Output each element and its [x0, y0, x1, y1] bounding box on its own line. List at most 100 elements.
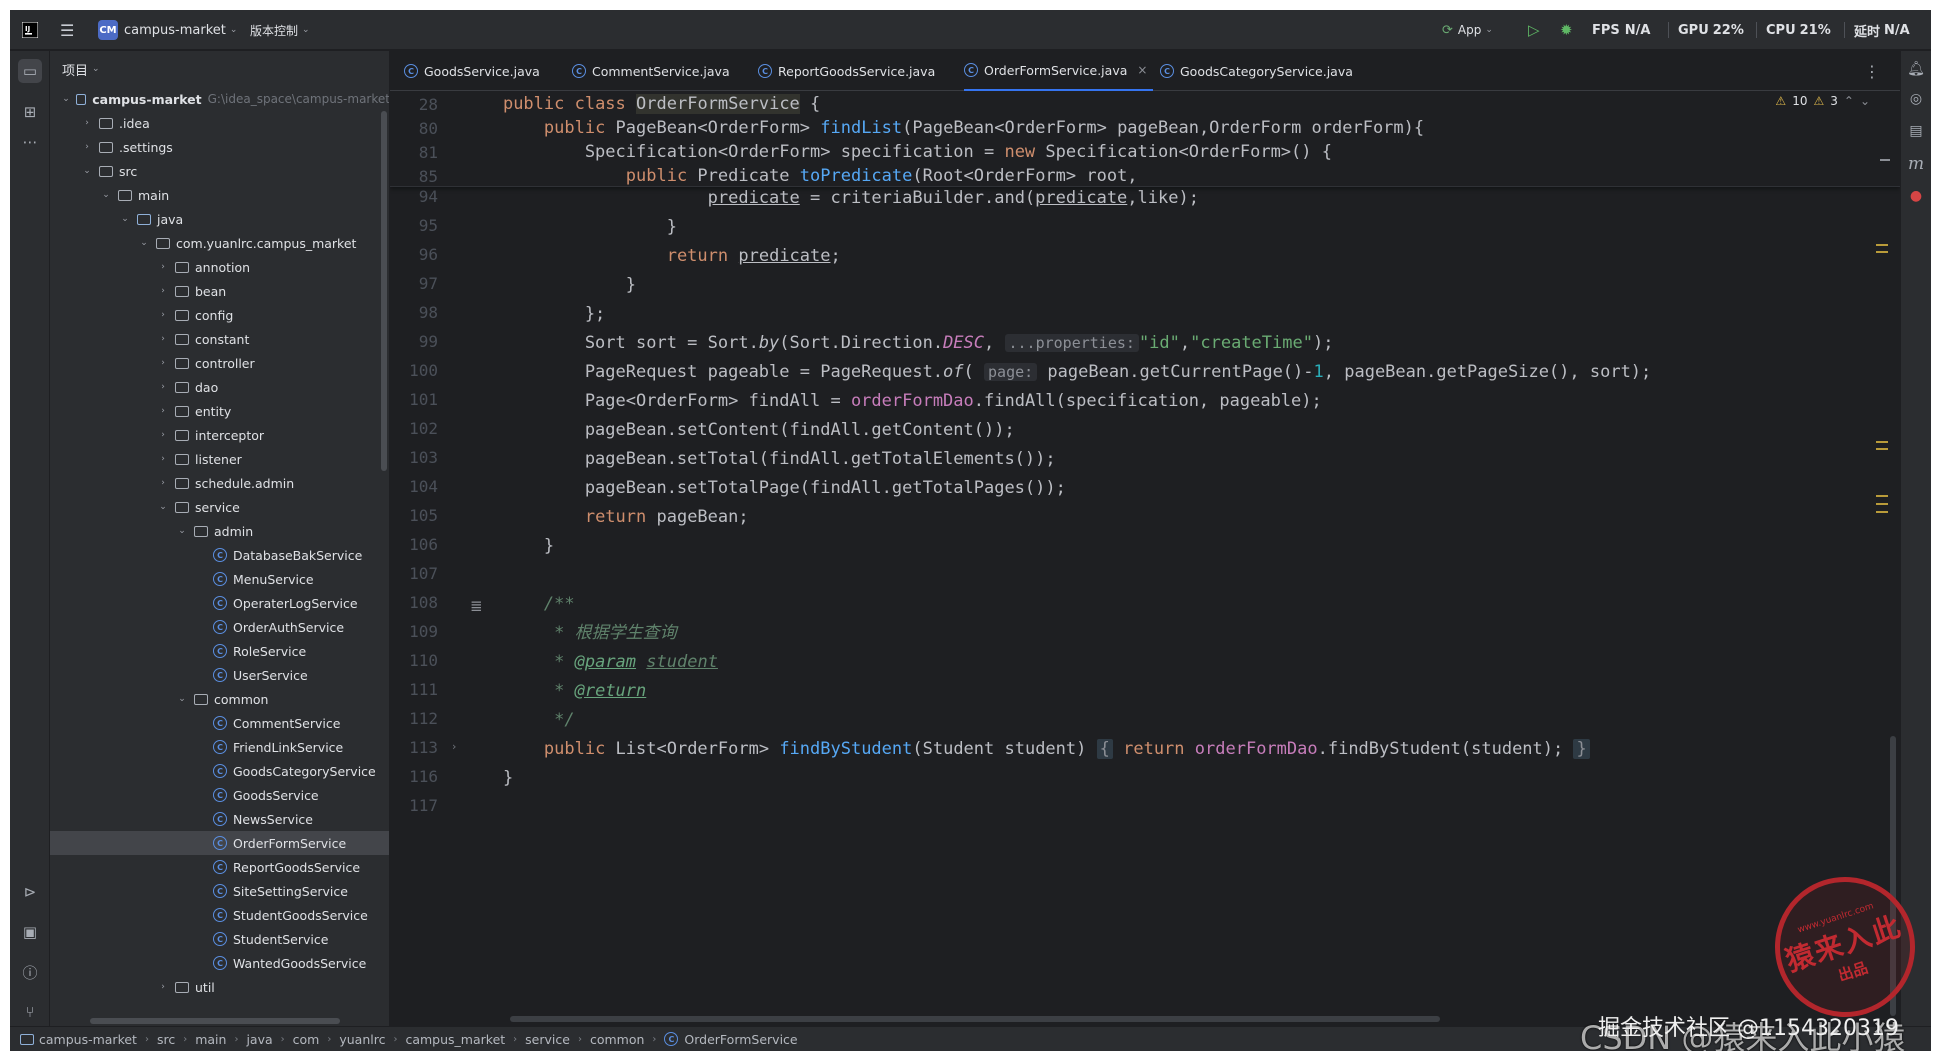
chevron-right-icon[interactable]: ›	[157, 454, 169, 464]
scroll-marker[interactable]	[1876, 448, 1888, 450]
tree-item-folder[interactable]: › constant	[50, 327, 389, 351]
scroll-marker[interactable]	[1876, 441, 1888, 443]
tab-goods-category-service[interactable]: C GoodsCategoryService.java	[1160, 51, 1353, 91]
tree-item-class[interactable]: C NewsService	[50, 807, 389, 831]
chevron-down-icon[interactable]: ⌄	[119, 214, 131, 224]
more-tools-icon[interactable]: ⋯	[18, 130, 42, 154]
database-icon[interactable]: ▤	[1906, 121, 1926, 141]
chevron-right-icon[interactable]: ›	[157, 382, 169, 392]
breadcrumb-item[interactable]: service	[525, 1032, 570, 1047]
tree-item-class[interactable]: C ReportGoodsService	[50, 855, 389, 879]
tree-item-class[interactable]: C OperaterLogService	[50, 591, 389, 615]
main-menu-icon[interactable]: ☰	[60, 10, 74, 50]
chevron-right-icon[interactable]: ›	[157, 982, 169, 992]
tree-item-class[interactable]: C GoodsService	[50, 783, 389, 807]
chevron-down-icon[interactable]: ⌄	[81, 166, 93, 176]
scroll-marker[interactable]	[1876, 495, 1888, 497]
tree-item-folder[interactable]: › bean	[50, 279, 389, 303]
tree-item-class[interactable]: C WantedGoodsService	[50, 951, 389, 975]
editor-horizontal-scrollbar[interactable]	[510, 1016, 1440, 1022]
tree-item-class[interactable]: C OrderFormService	[50, 831, 389, 855]
sticky-line-85[interactable]: public Predicate toPredicate(Root<OrderF…	[462, 164, 1138, 188]
run-config-selector[interactable]: ⟳ App ⌄	[1442, 10, 1493, 50]
breadcrumb-item[interactable]: main	[195, 1032, 226, 1047]
tree-item-folder[interactable]: ⌄ src	[50, 159, 389, 183]
tree-item-folder[interactable]: › .idea	[50, 111, 389, 135]
tree-item-folder[interactable]: ⌄ com.yuanlrc.campus_market	[50, 231, 389, 255]
close-icon[interactable]: ×	[1137, 63, 1147, 77]
tree-item-class[interactable]: C MenuService	[50, 567, 389, 591]
chevron-down-icon[interactable]: ⌄	[1860, 94, 1870, 108]
git-icon[interactable]: ⑂	[18, 1000, 42, 1024]
tree-item-folder[interactable]: › util	[50, 975, 389, 999]
breadcrumb-item[interactable]: common	[590, 1032, 644, 1047]
breadcrumb-item[interactable]: src	[157, 1032, 175, 1047]
project-horizontal-scrollbar[interactable]	[90, 1018, 340, 1024]
tree-item-folder[interactable]: › interceptor	[50, 423, 389, 447]
chevron-down-icon[interactable]: ⌄	[176, 526, 188, 536]
breadcrumb-item[interactable]: yuanlrc	[339, 1032, 385, 1047]
ai-assistant-icon[interactable]: ◎	[1906, 89, 1926, 109]
sticky-line-81[interactable]: Specification<OrderForm> specification =…	[462, 140, 1332, 164]
tree-item-folder[interactable]: ⌄ main	[50, 183, 389, 207]
tree-item-folder[interactable]: › listener	[50, 447, 389, 471]
breadcrumb-item[interactable]: com	[293, 1032, 320, 1047]
project-folder-icon[interactable]: ▭	[18, 59, 42, 83]
tab-goods-service[interactable]: C GoodsService.java	[404, 51, 540, 91]
tree-item-folder[interactable]: ⌄ service	[50, 495, 389, 519]
problems-icon[interactable]: ⓘ	[18, 960, 42, 984]
breadcrumb-item[interactable]: OrderFormService	[684, 1032, 797, 1047]
breadcrumb-item[interactable]: campus-market	[39, 1032, 137, 1047]
scroll-marker[interactable]	[1876, 511, 1888, 513]
tree-item-folder[interactable]: › entity	[50, 399, 389, 423]
tab-options-icon[interactable]: ⋮	[1864, 51, 1880, 91]
chevron-down-icon[interactable]: ⌄	[100, 190, 112, 200]
tree-item-folder[interactable]: › controller	[50, 351, 389, 375]
vcs-menu[interactable]: 版本控制 ⌄	[250, 10, 310, 50]
chevron-right-icon[interactable]: ›	[157, 286, 169, 296]
project-switcher[interactable]: CM campus-market ⌄	[98, 10, 237, 50]
tree-item-folder[interactable]: ⌄ common	[50, 687, 389, 711]
run-icon[interactable]: ▷	[1528, 10, 1540, 50]
chevron-down-icon[interactable]: ⌄	[138, 238, 150, 248]
code-editor[interactable]: 93 94 95 96 97 98 99 100 101 102 103 104…	[390, 91, 1900, 1026]
chevron-right-icon[interactable]: ›	[157, 310, 169, 320]
collapse-marker[interactable]	[1880, 159, 1890, 161]
chevron-right-icon[interactable]: ›	[157, 478, 169, 488]
chevron-right-icon[interactable]: ›	[81, 142, 93, 152]
sticky-line-80[interactable]: public PageBean<OrderForm> findList(Page…	[462, 116, 1424, 140]
scroll-marker[interactable]	[1876, 503, 1888, 505]
sticky-line-28[interactable]: public class OrderFormService {	[462, 92, 820, 116]
tree-item-folder[interactable]: ⌄ admin	[50, 519, 389, 543]
services-icon[interactable]: ⊳	[18, 880, 42, 904]
tree-item-folder[interactable]: › schedule.admin	[50, 471, 389, 495]
terminal-icon[interactable]: ▣	[18, 920, 42, 944]
tree-item-class[interactable]: C GoodsCategoryService	[50, 759, 389, 783]
maven-icon[interactable]: m	[1906, 154, 1926, 174]
structure-icon[interactable]: ⊞	[18, 100, 42, 124]
chevron-up-icon[interactable]: ⌃	[1844, 94, 1854, 108]
debug-icon[interactable]: ✹	[1560, 10, 1573, 50]
chevron-down-icon[interactable]: ⌄	[157, 502, 169, 512]
breadcrumb-item[interactable]: java	[246, 1032, 272, 1047]
chevron-right-icon[interactable]: ›	[157, 334, 169, 344]
tree-item-folder[interactable]: ⌄ java	[50, 207, 389, 231]
tree-item-folder[interactable]: › .settings	[50, 135, 389, 159]
ide-logo-icon[interactable]: IJ	[22, 10, 38, 50]
tree-item-class[interactable]: C UserService	[50, 663, 389, 687]
scroll-marker[interactable]	[1876, 244, 1888, 246]
tree-item-folder[interactable]: › annotion	[50, 255, 389, 279]
scroll-marker[interactable]	[1876, 251, 1888, 253]
tree-item-folder[interactable]: ⌄ campus-market G:\idea_space\campus-marke…	[50, 87, 389, 111]
tree-item-class[interactable]: C RoleService	[50, 639, 389, 663]
breadcrumb-item[interactable]: campus_market	[405, 1032, 505, 1047]
project-vertical-scrollbar[interactable]	[381, 111, 387, 471]
chevron-right-icon[interactable]: ›	[81, 118, 93, 128]
chevron-down-icon[interactable]: ⌄	[176, 694, 188, 704]
tree-item-folder[interactable]: › dao	[50, 375, 389, 399]
tab-comment-service[interactable]: C CommentService.java	[572, 51, 730, 91]
tree-item-class[interactable]: C SiteSettingService	[50, 879, 389, 903]
tree-item-folder[interactable]: › config	[50, 303, 389, 327]
tree-item-class[interactable]: C FriendLinkService	[50, 735, 389, 759]
fold-chevron-icon[interactable]: ›	[452, 740, 456, 753]
